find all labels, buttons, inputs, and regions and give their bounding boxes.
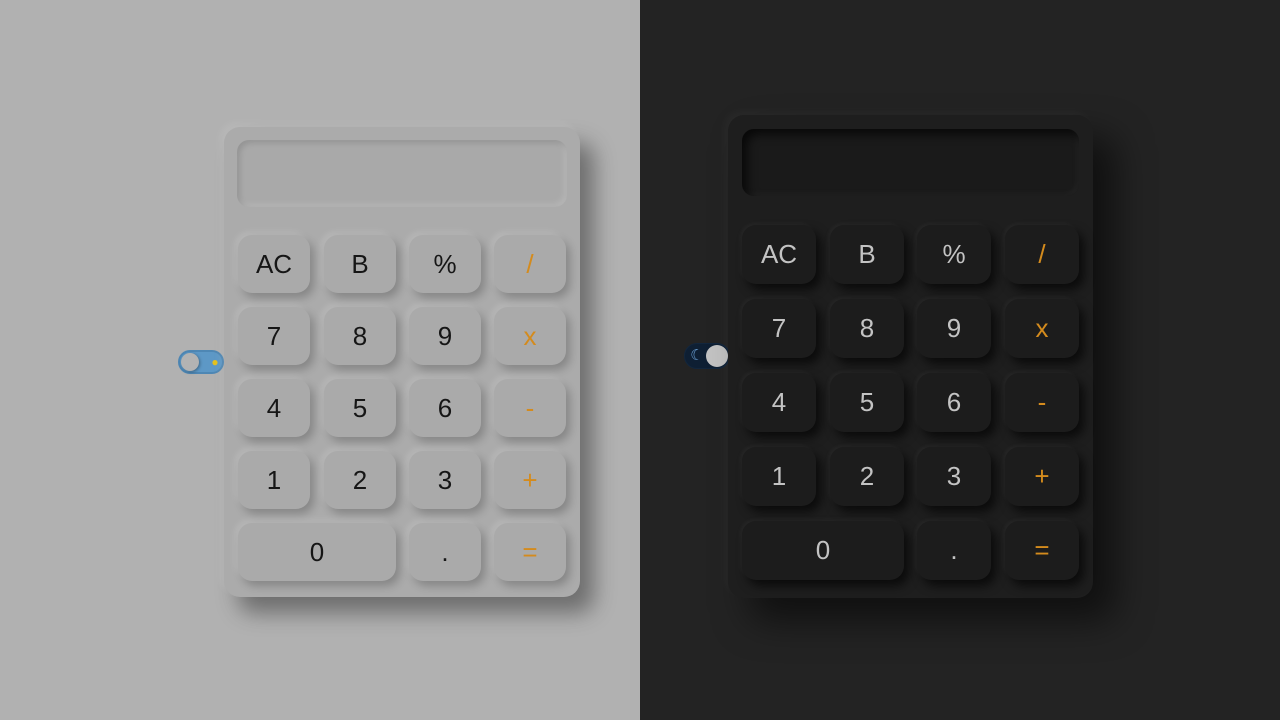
key-2[interactable]: 2 bbox=[324, 451, 396, 509]
sun-icon: ● bbox=[211, 355, 219, 369]
key-equals[interactable]: = bbox=[1005, 521, 1079, 580]
key-9[interactable]: 9 bbox=[917, 299, 991, 358]
key-divide[interactable]: / bbox=[494, 235, 566, 293]
key-7[interactable]: 7 bbox=[742, 299, 816, 358]
key-6[interactable]: 6 bbox=[917, 373, 991, 432]
calculator: AC B % / 7 8 9 x 4 5 6 - 1 2 3 + 0 . = bbox=[224, 127, 580, 597]
key-0[interactable]: 0 bbox=[238, 523, 396, 581]
key-5[interactable]: 5 bbox=[324, 379, 396, 437]
key-8[interactable]: 8 bbox=[324, 307, 396, 365]
key-multiply[interactable]: x bbox=[1005, 299, 1079, 358]
key-decimal[interactable]: . bbox=[409, 523, 481, 581]
key-add[interactable]: + bbox=[1005, 447, 1079, 506]
key-subtract[interactable]: - bbox=[1005, 373, 1079, 432]
key-backspace[interactable]: B bbox=[830, 225, 904, 284]
key-4[interactable]: 4 bbox=[238, 379, 310, 437]
key-decimal[interactable]: . bbox=[917, 521, 991, 580]
key-5[interactable]: 5 bbox=[830, 373, 904, 432]
key-clear[interactable]: AC bbox=[742, 225, 816, 284]
toggle-knob bbox=[181, 353, 199, 371]
key-6[interactable]: 6 bbox=[409, 379, 481, 437]
theme-toggle[interactable]: ☾ bbox=[684, 343, 730, 369]
key-equals[interactable]: = bbox=[494, 523, 566, 581]
toggle-knob bbox=[706, 345, 728, 367]
theme-toggle[interactable]: ● bbox=[178, 350, 224, 374]
key-multiply[interactable]: x bbox=[494, 307, 566, 365]
key-3[interactable]: 3 bbox=[917, 447, 991, 506]
dark-theme-panel: ☾ AC B % / 7 8 9 x 4 5 6 - 1 2 3 + 0 . = bbox=[640, 0, 1280, 720]
key-8[interactable]: 8 bbox=[830, 299, 904, 358]
key-4[interactable]: 4 bbox=[742, 373, 816, 432]
calculator-display bbox=[742, 129, 1079, 196]
key-1[interactable]: 1 bbox=[238, 451, 310, 509]
moon-icon: ☾ bbox=[690, 347, 704, 364]
key-percent[interactable]: % bbox=[409, 235, 481, 293]
key-7[interactable]: 7 bbox=[238, 307, 310, 365]
key-1[interactable]: 1 bbox=[742, 447, 816, 506]
key-9[interactable]: 9 bbox=[409, 307, 481, 365]
key-divide[interactable]: / bbox=[1005, 225, 1079, 284]
key-add[interactable]: + bbox=[494, 451, 566, 509]
key-3[interactable]: 3 bbox=[409, 451, 481, 509]
light-theme-panel: ● AC B % / 7 8 9 x 4 5 6 - 1 2 3 + 0 . = bbox=[0, 0, 640, 720]
key-clear[interactable]: AC bbox=[238, 235, 310, 293]
key-percent[interactable]: % bbox=[917, 225, 991, 284]
key-0[interactable]: 0 bbox=[742, 521, 904, 580]
key-subtract[interactable]: - bbox=[494, 379, 566, 437]
calculator-display bbox=[237, 140, 567, 207]
key-2[interactable]: 2 bbox=[830, 447, 904, 506]
key-backspace[interactable]: B bbox=[324, 235, 396, 293]
calculator: AC B % / 7 8 9 x 4 5 6 - 1 2 3 + 0 . = bbox=[728, 115, 1093, 598]
